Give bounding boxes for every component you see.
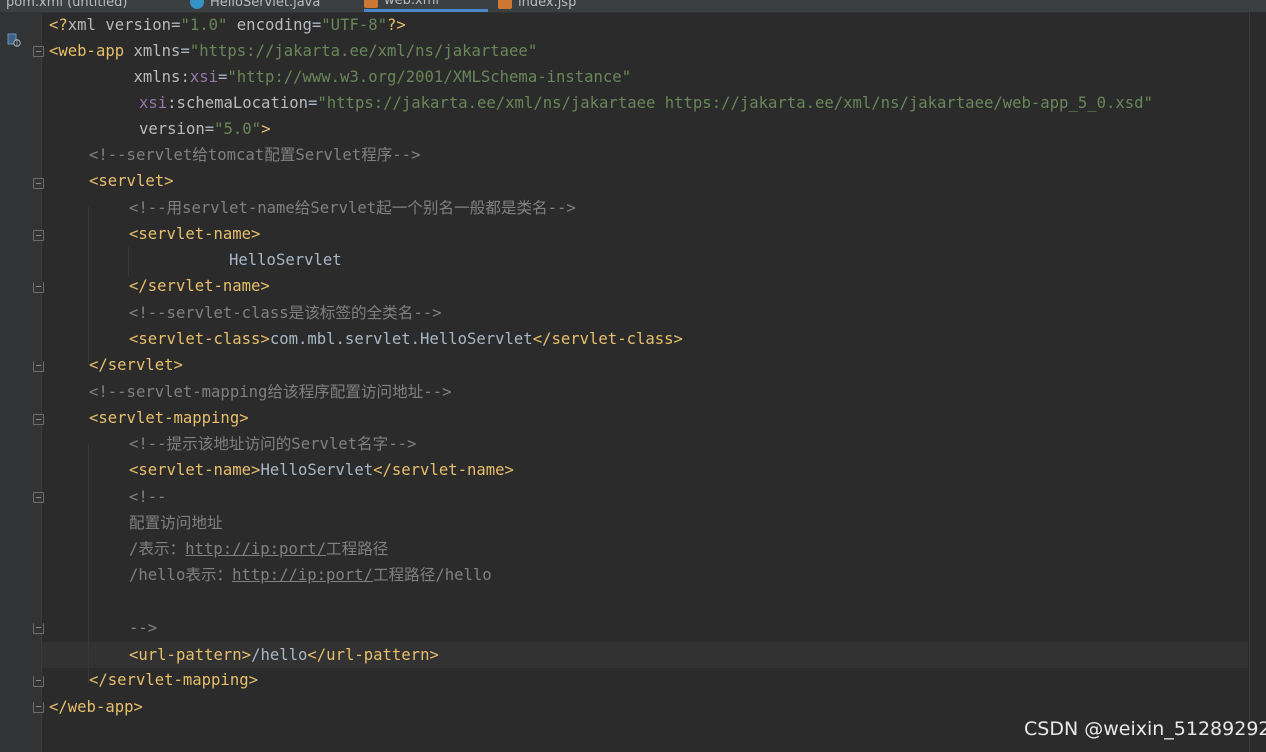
code-line-12: <!--servlet-class是该标签的全类名--> [129, 304, 442, 322]
code-line-25: <url-pattern>/hello</url-pattern> [129, 646, 439, 664]
fold-toggle-icon[interactable] [33, 282, 44, 293]
code-line-10: HelloServlet [229, 251, 342, 269]
java-class-icon [190, 0, 204, 9]
fold-toggle-icon[interactable] [33, 230, 44, 241]
code-line-5: version="5.0"> [139, 120, 271, 138]
tab-helloservlet-java[interactable]: HelloServlet.java [190, 0, 320, 12]
url-link[interactable]: http://ip:port/ [185, 540, 326, 558]
web-xml-gutter-icon[interactable] [7, 33, 21, 47]
code-editor[interactable]: <?xml version="1.0" encoding="UTF-8"?> <… [0, 12, 1266, 752]
code-line-15: <!--servlet-mapping给该程序配置访问地址--> [89, 383, 452, 401]
code-line-27: </web-app> [49, 698, 143, 716]
code-line-21: /表示：http://ip:port/工程路径 [129, 540, 389, 558]
code-line-13: <servlet-class>com.mbl.servlet.HelloServ… [129, 330, 683, 348]
code-line-4: xsi:schemaLocation="https://jakarta.ee/x… [139, 94, 1153, 112]
fold-toggle-icon[interactable] [33, 623, 44, 634]
fold-toggle-icon[interactable] [33, 676, 44, 687]
jsp-file-icon [498, 0, 512, 9]
indent-guide [88, 444, 89, 684]
fold-toggle-icon[interactable] [33, 361, 44, 372]
code-line-8: <!--用servlet-name给Servlet起一个别名一般都是类名--> [129, 199, 576, 217]
vertical-scrollbar[interactable] [1248, 12, 1266, 752]
code-line-24: --> [129, 619, 158, 637]
code-line-3: xmlns:xsi="http://www.w3.org/2001/XMLSch… [49, 68, 632, 86]
url-link[interactable]: http://ip:port/ [232, 566, 373, 584]
code-line-18: <servlet-name>HelloServlet</servlet-name… [129, 461, 514, 479]
tab-index-jsp[interactable]: index.jsp [498, 0, 576, 12]
tab-label: HelloServlet.java [210, 0, 321, 10]
xml-file-icon [364, 0, 378, 8]
tab-label: index.jsp [518, 0, 577, 10]
code-line-1: <?xml version="1.0" encoding="UTF-8"?> [49, 16, 406, 34]
line-gutter[interactable] [0, 12, 42, 752]
code-line-22: /hello表示：http://ip:port/工程路径/hello [129, 566, 492, 584]
code-line-11: </servlet-name> [129, 277, 270, 295]
code-line-19: <!-- [129, 488, 167, 506]
code-line-9: <servlet-name> [129, 225, 261, 243]
gutter-separator [41, 12, 42, 752]
watermark-text: CSDN @weixin_51289292 [1024, 718, 1266, 740]
code-line-2: <web-app xmlns="https://jakarta.ee/xml/n… [49, 42, 538, 60]
fold-toggle-icon[interactable] [33, 178, 44, 189]
fold-toggle-icon[interactable] [33, 702, 44, 713]
tab-label: pom.xml (untitled) [6, 0, 128, 10]
scrollbar-track [1249, 12, 1250, 752]
fold-toggle-icon[interactable] [33, 46, 44, 57]
code-line-6: <!--servlet给tomcat配置Servlet程序--> [89, 146, 421, 164]
code-line-26: </servlet-mapping> [89, 671, 258, 689]
code-line-7: <servlet> [89, 172, 174, 190]
tab-pom-xml[interactable]: pom.xml (untitled) [6, 0, 127, 12]
tab-label: web.xml [384, 0, 439, 8]
fold-toggle-icon[interactable] [33, 492, 44, 503]
tab-web-xml[interactable]: web.xml [364, 0, 488, 12]
code-line-20: 配置访问地址 [129, 514, 223, 532]
fold-toggle-icon[interactable] [33, 414, 44, 425]
indent-guide [88, 207, 89, 362]
code-line-14: </servlet> [89, 356, 183, 374]
code-line-16: <servlet-mapping> [89, 409, 249, 427]
code-line-17: <!--提示该地址访问的Servlet名字--> [129, 435, 417, 453]
